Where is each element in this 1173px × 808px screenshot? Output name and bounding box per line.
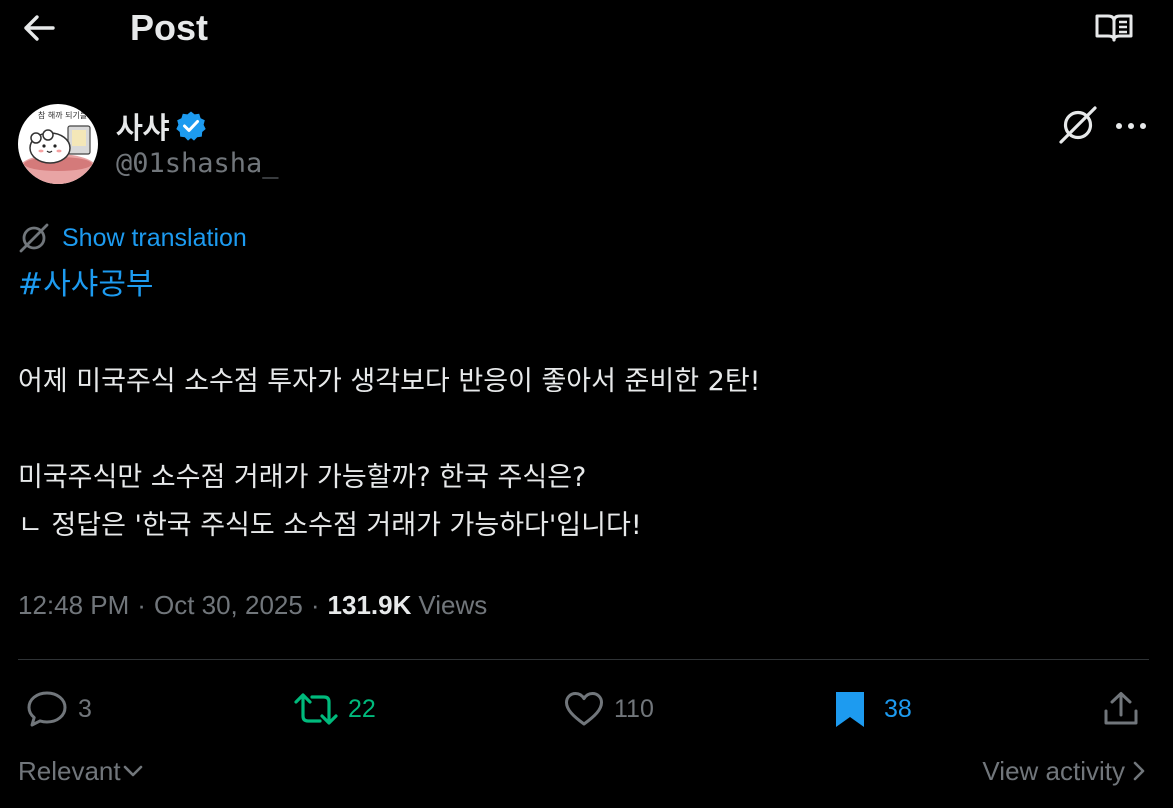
author-handle[interactable]: @01shasha_	[116, 148, 279, 179]
repost-button[interactable]: 22	[294, 686, 376, 732]
author-name-row[interactable]: 사샤	[116, 104, 207, 148]
reply-count: 3	[78, 694, 92, 723]
bookmark-filled-icon	[832, 690, 868, 728]
view-activity-link[interactable]: View activity	[982, 752, 1145, 790]
verified-badge-icon	[175, 110, 207, 142]
more-dots-icon	[1115, 122, 1147, 130]
author-name: 사샤	[116, 111, 170, 145]
meta-separator: ·	[137, 589, 146, 620]
meta-separator: ·	[310, 589, 320, 620]
post-time[interactable]: 12:48 PM	[18, 590, 129, 621]
translate-slash-icon	[18, 222, 50, 254]
like-button[interactable]: 110	[564, 686, 654, 732]
chevron-right-icon	[1133, 761, 1145, 781]
post-text-line: 어제 미국주식 소수점 투자가 생각보다 반응이 좋아서 준비한 2탄!	[18, 366, 761, 397]
view-activity-label: View activity	[982, 755, 1125, 786]
post-meta: 12:48 PM · Oct 30, 2025 · 131.9K Views	[18, 585, 487, 625]
grok-slash-icon	[1058, 105, 1098, 145]
sort-replies-dropdown[interactable]: Relevant	[18, 752, 143, 790]
share-button[interactable]	[1096, 684, 1146, 734]
svg-text:참 해까 되기를: 참 해까 되기를	[38, 110, 87, 120]
open-book-icon	[1095, 13, 1133, 43]
more-options-button[interactable]	[1108, 104, 1154, 148]
views-label: Views	[418, 589, 488, 620]
bookmark-button[interactable]: 38	[832, 686, 912, 732]
post-text-line: 미국주식만 소수점 거래가 가능할까? 한국 주식은?	[18, 462, 587, 493]
back-button[interactable]	[16, 8, 62, 48]
arrow-left-icon	[23, 14, 55, 42]
repost-arrows-icon	[294, 692, 338, 726]
show-translation-label: Show translation	[62, 223, 247, 252]
page-title: Post	[130, 7, 209, 48]
reader-mode-button[interactable]	[1090, 8, 1138, 48]
like-count: 110	[614, 694, 654, 723]
reply-bubble-icon	[26, 690, 68, 728]
divider	[18, 659, 1149, 660]
avatar[interactable]: 참 해까 되기를	[18, 104, 98, 184]
bookmark-count: 38	[884, 694, 912, 723]
post-date[interactable]: Oct 30, 2025	[154, 590, 303, 621]
repost-count: 22	[348, 694, 376, 723]
reply-button[interactable]: 3	[26, 686, 92, 732]
share-upload-icon	[1103, 691, 1139, 727]
chevron-down-icon	[123, 764, 143, 778]
post-text-line: ㄴ 정답은 '한국 주식도 소수점 거래가 가능하다'입니다!	[18, 510, 642, 541]
grok-button[interactable]	[1054, 100, 1102, 150]
heart-icon	[564, 691, 604, 727]
views-count: 131.9K	[327, 589, 412, 620]
sort-label: Relevant	[18, 755, 121, 786]
show-translation-link[interactable]: Show translation	[18, 220, 247, 256]
hashtag-link[interactable]: #사샤공부	[18, 264, 154, 306]
cartoon-avatar: 참 해까 되기를	[18, 104, 98, 184]
